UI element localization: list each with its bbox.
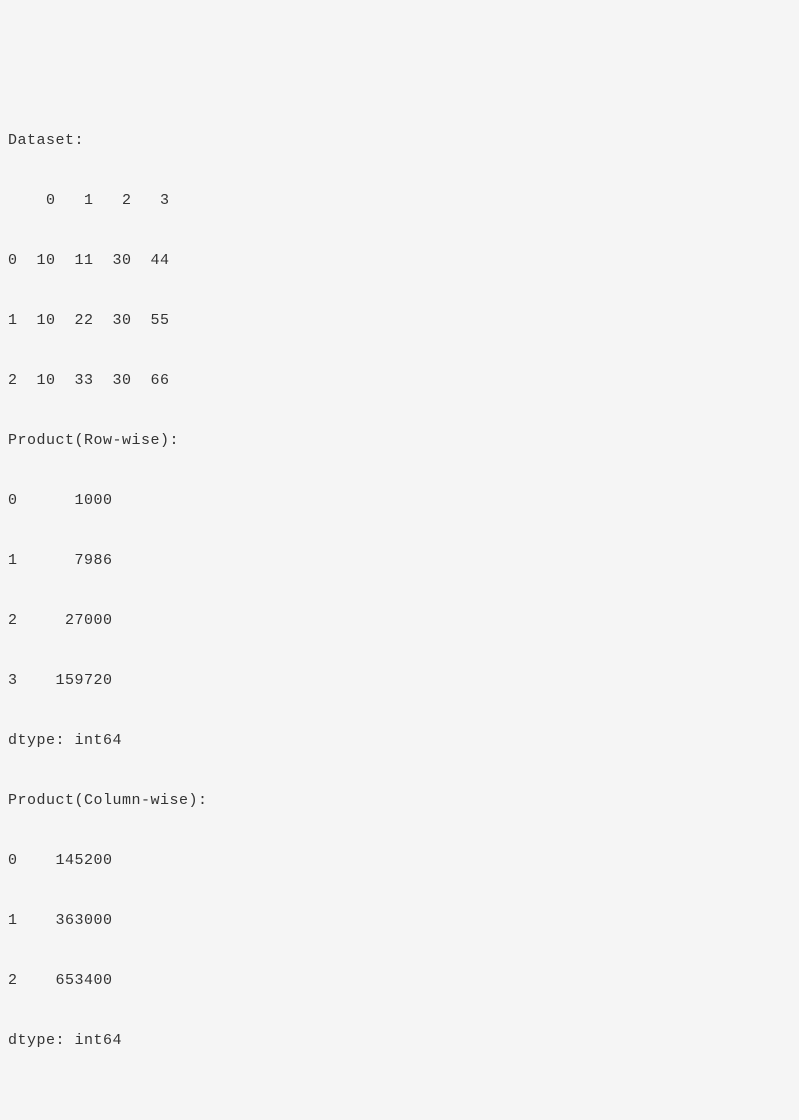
colwise-row: 0 145200 [8, 846, 791, 876]
dataset-row: 0 10 11 30 44 [8, 246, 791, 276]
rowwise-row: 2 27000 [8, 606, 791, 636]
colwise-row: 1 363000 [8, 906, 791, 936]
colwise-label: Product(Column-wise): [8, 786, 791, 816]
dataset-row: 1 10 22 30 55 [8, 306, 791, 336]
dataset-row: 2 10 33 30 66 [8, 366, 791, 396]
rowwise-row: 1 7986 [8, 546, 791, 576]
dataset-label: Dataset: [8, 126, 791, 156]
colwise-row: 2 653400 [8, 966, 791, 996]
rowwise-dtype: dtype: int64 [8, 726, 791, 756]
dataset-header: 0 1 2 3 [8, 186, 791, 216]
rowwise-row: 3 159720 [8, 666, 791, 696]
colwise-dtype: dtype: int64 [8, 1026, 791, 1056]
rowwise-row: 0 1000 [8, 486, 791, 516]
rowwise-label: Product(Row-wise): [8, 426, 791, 456]
